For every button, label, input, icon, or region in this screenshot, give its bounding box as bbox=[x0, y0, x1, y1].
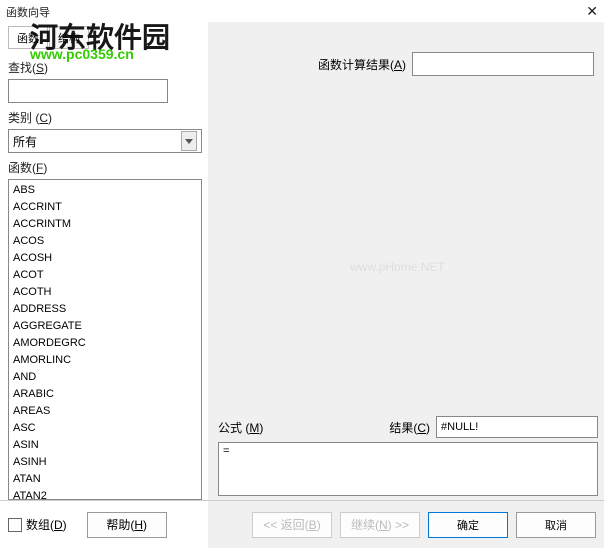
calc-result-label: 函数计算结果(A) bbox=[318, 56, 406, 73]
result-input[interactable] bbox=[436, 416, 598, 438]
help-button[interactable]: 帮助(H) bbox=[87, 512, 167, 538]
close-icon[interactable]: ✕ bbox=[586, 3, 598, 20]
ok-button[interactable]: 确定 bbox=[428, 512, 508, 538]
spacer bbox=[218, 76, 598, 416]
list-item[interactable]: ACOSH bbox=[9, 250, 201, 267]
list-item[interactable]: ASINH bbox=[9, 454, 201, 471]
category-value: 所有 bbox=[13, 133, 37, 150]
list-item[interactable]: AGGREGATE bbox=[9, 318, 201, 335]
array-checkbox-wrap[interactable]: 数组(D) bbox=[8, 516, 67, 533]
list-item[interactable]: ASIN bbox=[9, 437, 201, 454]
titlebar: 函数向导 ✕ bbox=[0, 0, 604, 22]
tab-structure[interactable]: 结构 bbox=[49, 26, 89, 49]
list-item[interactable]: ADDRESS bbox=[9, 301, 201, 318]
main-panel: 函数 结构 查找(S) 类别 (C) 所有 函数(F) ABSACCRINTAC… bbox=[0, 22, 604, 500]
tab-functions[interactable]: 函数 bbox=[8, 26, 48, 49]
formula-label: 公式 (M) bbox=[218, 419, 263, 436]
formula-header-row: 公式 (M) 结果(C) bbox=[218, 416, 598, 438]
calc-result-row: 函数计算结果(A) bbox=[318, 52, 598, 76]
footer-right: << 返回(B) 继续(N) >> 确定 取消 bbox=[208, 501, 604, 548]
list-item[interactable]: ATAN2 bbox=[9, 488, 201, 500]
category-label: 类别 (C) bbox=[8, 109, 202, 126]
function-label: 函数(F) bbox=[8, 159, 202, 176]
result-label: 结果(C) bbox=[389, 419, 430, 436]
formula-textarea[interactable] bbox=[218, 442, 598, 496]
list-item[interactable]: ASC bbox=[9, 420, 201, 437]
function-list[interactable]: ABSACCRINTACCRINTMACOSACOSHACOTACOTHADDR… bbox=[8, 179, 202, 500]
cancel-button[interactable]: 取消 bbox=[516, 512, 596, 538]
list-item[interactable]: AND bbox=[9, 369, 201, 386]
list-item[interactable]: ABS bbox=[9, 182, 201, 199]
array-checkbox[interactable] bbox=[8, 518, 22, 532]
category-select[interactable]: 所有 bbox=[8, 129, 202, 153]
list-item[interactable]: AMORDEGRC bbox=[9, 335, 201, 352]
list-item[interactable]: AMORLINC bbox=[9, 352, 201, 369]
footer: 数组(D) 帮助(H) << 返回(B) 继续(N) >> 确定 取消 bbox=[0, 500, 604, 548]
next-button: 继续(N) >> bbox=[340, 512, 420, 538]
right-panel: 函数计算结果(A) 公式 (M) 结果(C) bbox=[208, 22, 604, 500]
list-item[interactable]: ACOT bbox=[9, 267, 201, 284]
array-label: 数组(D) bbox=[26, 516, 67, 533]
left-panel: 函数 结构 查找(S) 类别 (C) 所有 函数(F) ABSACCRINTAC… bbox=[0, 22, 208, 500]
list-item[interactable]: ACOTH bbox=[9, 284, 201, 301]
back-button: << 返回(B) bbox=[252, 512, 332, 538]
window-title: 函数向导 bbox=[6, 4, 50, 20]
search-label: 查找(S) bbox=[8, 59, 202, 76]
search-input[interactable] bbox=[8, 79, 168, 103]
list-item[interactable]: ACCRINTM bbox=[9, 216, 201, 233]
footer-left: 数组(D) 帮助(H) bbox=[0, 501, 208, 548]
calc-result-input[interactable] bbox=[412, 52, 594, 76]
chevron-down-icon[interactable] bbox=[181, 131, 197, 151]
list-item[interactable]: ARABIC bbox=[9, 386, 201, 403]
list-item[interactable]: ATAN bbox=[9, 471, 201, 488]
list-item[interactable]: ACCRINT bbox=[9, 199, 201, 216]
tabbar: 函数 结构 bbox=[8, 26, 202, 49]
list-item[interactable]: AREAS bbox=[9, 403, 201, 420]
list-item[interactable]: ACOS bbox=[9, 233, 201, 250]
